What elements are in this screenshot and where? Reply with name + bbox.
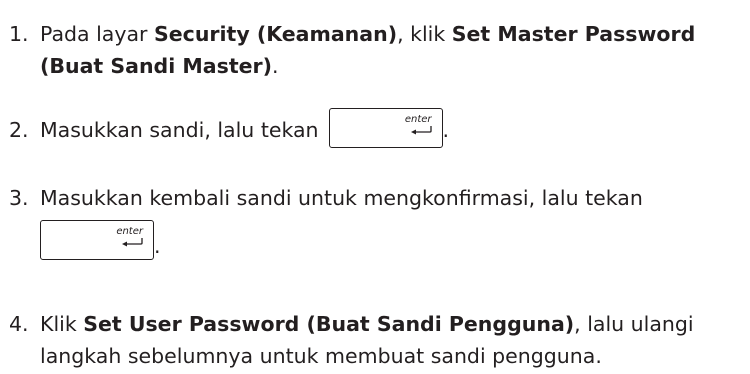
enter-key-graphic: enter bbox=[40, 220, 154, 260]
enter-arrow-icon bbox=[122, 238, 143, 247]
step-number: 1. bbox=[9, 22, 29, 46]
step-4: 4. Klik Set User Password (Buat Sandi Pe… bbox=[0, 308, 750, 372]
enter-key-label: enter bbox=[404, 114, 432, 125]
text-segment: . bbox=[154, 234, 161, 258]
step-text: Pada layar Security (Keamanan), klik Set… bbox=[40, 18, 745, 82]
step-line: langkah sebelumnya untuk membuat sandi p… bbox=[40, 340, 745, 372]
enter-arrow-icon bbox=[410, 126, 432, 135]
text-segment: , klik bbox=[397, 22, 452, 46]
enter-key-label: enter bbox=[116, 226, 143, 237]
step-line: Masukkan kembali sandi untuk mengkonfirm… bbox=[40, 182, 745, 214]
step-number: 3. bbox=[9, 186, 29, 210]
step-2: 2. Masukkan sandi, lalu tekan enter. bbox=[0, 108, 750, 148]
step-line: Pada layar Security (Keamanan), klik Set… bbox=[40, 18, 745, 50]
text-segment: . bbox=[272, 54, 279, 78]
step-1: 1. Pada layar Security (Keamanan), klik … bbox=[0, 18, 750, 82]
text-segment: Masukkan sandi, lalu tekan bbox=[40, 118, 319, 142]
ui-term-set-user-password: Set User Password (Buat Sandi Pengguna) bbox=[83, 312, 575, 336]
step-number: 4. bbox=[9, 312, 29, 336]
step-line: enter. bbox=[40, 214, 745, 262]
step-text: Klik Set User Password (Buat Sandi Pengg… bbox=[40, 308, 745, 372]
step-text: Masukkan kembali sandi untuk mengkonfirm… bbox=[40, 182, 745, 262]
ui-term-set-master-password: Set Master Password bbox=[451, 22, 696, 46]
step-line: (Buat Sandi Master). bbox=[40, 50, 745, 82]
instruction-document: 1. Pada layar Security (Keamanan), klik … bbox=[0, 0, 750, 374]
text-segment: Masukkan kembali sandi untuk mengkonfirm… bbox=[40, 186, 643, 210]
text-segment: Pada layar bbox=[40, 22, 154, 46]
ui-term-buat-sandi-master: (Buat Sandi Master) bbox=[40, 54, 273, 78]
text-segment: . bbox=[442, 118, 450, 142]
step-3: 3. Masukkan kembali sandi untuk mengkonf… bbox=[0, 182, 750, 262]
ui-term-security: Security (Keamanan) bbox=[154, 22, 398, 46]
step-line: Klik Set User Password (Buat Sandi Pengg… bbox=[40, 308, 745, 340]
step-number: 2. bbox=[9, 118, 29, 142]
text-segment: , lalu ulangi bbox=[574, 312, 694, 336]
step-text: Masukkan sandi, lalu tekan enter. bbox=[40, 108, 745, 148]
text-segment: langkah sebelumnya untuk membuat sandi p… bbox=[40, 344, 602, 368]
step-line: Masukkan sandi, lalu tekan enter. bbox=[40, 108, 745, 148]
text-segment: Klik bbox=[40, 312, 84, 336]
enter-key-graphic: enter bbox=[328, 108, 443, 148]
